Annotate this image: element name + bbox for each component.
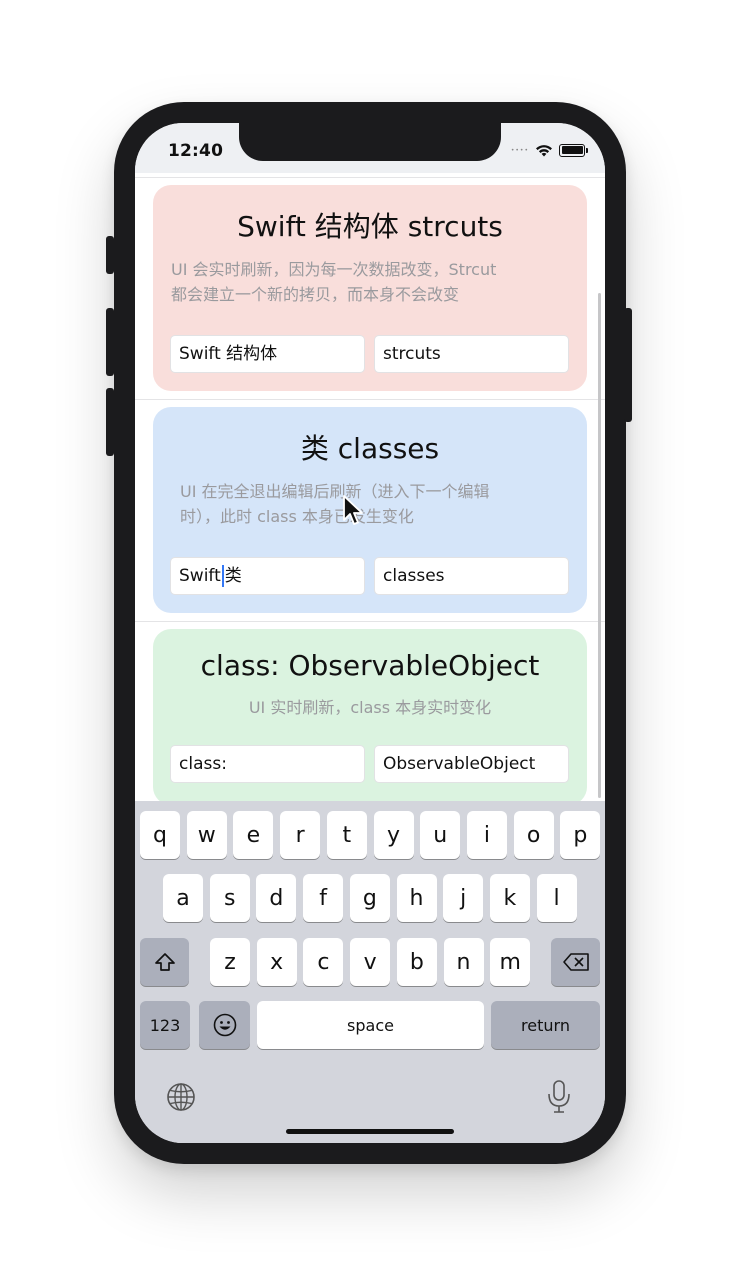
key-d[interactable]: d	[256, 874, 297, 922]
card-description: UI 会实时刷新，因为每一次数据改变，Strcut 都会建立一个新的拷贝，而本身…	[171, 257, 575, 307]
shift-key[interactable]	[140, 938, 189, 986]
return-key[interactable]: return	[491, 1001, 600, 1049]
class-first-field[interactable]: Swift 类	[171, 558, 364, 594]
card-title: Swift 结构体 strcuts	[237, 210, 503, 243]
key-y[interactable]: y	[373, 811, 414, 859]
battery-icon	[559, 143, 588, 157]
microphone-icon[interactable]	[546, 1079, 572, 1115]
key-o[interactable]: o	[513, 811, 554, 859]
mute-switch	[106, 236, 114, 274]
class-second-field[interactable]: classes	[375, 558, 568, 594]
key-b[interactable]: b	[396, 938, 437, 986]
key-s[interactable]: s	[209, 874, 250, 922]
key-c[interactable]: c	[303, 938, 344, 986]
struct-first-field[interactable]: Swift 结构体	[171, 336, 364, 372]
key-i[interactable]: i	[466, 811, 507, 859]
key-g[interactable]: g	[349, 874, 390, 922]
emoji-icon	[213, 1013, 236, 1037]
class-card: 类 classes UI 在完全退出编辑后刷新（进入下一个编辑 时），此时 cl…	[153, 407, 587, 613]
status-time: 12:40	[168, 141, 224, 161]
notch	[239, 123, 501, 161]
card-description-line: UI 在完全退出编辑后刷新（进入下一个编辑	[180, 482, 490, 501]
card-description: UI 实时刷新，class 本身实时变化	[153, 695, 587, 720]
mouse-pointer-icon	[343, 495, 363, 525]
key-a[interactable]: a	[163, 874, 203, 922]
key-n[interactable]: n	[443, 938, 484, 986]
row-separator	[135, 621, 605, 622]
key-j[interactable]: j	[443, 874, 484, 922]
screen: 12:40 •••• Swift 结构体 strcuts UI 会实时刷新，因为…	[135, 123, 605, 1143]
key-m[interactable]: m	[490, 938, 531, 986]
field-text: 类	[224, 566, 242, 586]
key-e[interactable]: e	[233, 811, 274, 859]
key-x[interactable]: x	[256, 938, 297, 986]
card-title: 类 classes	[300, 432, 440, 465]
key-k[interactable]: k	[489, 874, 530, 922]
key-h[interactable]: h	[396, 874, 437, 922]
status-bar: 12:40 ••••	[135, 123, 605, 173]
home-indicator[interactable]	[286, 1129, 454, 1134]
field-text: Swift	[179, 566, 221, 586]
key-q[interactable]: q	[140, 811, 180, 859]
key-f[interactable]: f	[303, 874, 344, 922]
key-p[interactable]: p	[560, 811, 601, 859]
card-title: class: ObservableObject	[200, 649, 540, 682]
power-button	[624, 308, 632, 422]
struct-second-field[interactable]: strcuts	[375, 336, 568, 372]
observable-card: class: ObservableObject UI 实时刷新，class 本身…	[153, 629, 587, 805]
key-u[interactable]: u	[420, 811, 461, 859]
space-key[interactable]: space	[257, 1001, 484, 1049]
key-t[interactable]: t	[326, 811, 367, 859]
scroll-indicator[interactable]	[598, 293, 601, 798]
emoji-key[interactable]	[199, 1001, 250, 1049]
volume-down-button	[106, 388, 114, 456]
key-v[interactable]: v	[350, 938, 391, 986]
wifi-icon	[536, 144, 552, 156]
status-icons: ••••	[510, 143, 588, 157]
row-separator	[135, 177, 605, 178]
key-l[interactable]: l	[536, 874, 577, 922]
struct-card: Swift 结构体 strcuts UI 会实时刷新，因为每一次数据改变，Str…	[153, 185, 587, 391]
volume-up-button	[106, 308, 114, 376]
delete-icon	[562, 953, 589, 971]
signal-icon: ••••	[510, 146, 529, 154]
text-caret	[221, 565, 224, 587]
shift-icon	[154, 953, 175, 971]
keyboard: qwertyuiop asdfghjkl zxcvbnm 123 space r…	[135, 801, 605, 1143]
content-list[interactable]: Swift 结构体 strcuts UI 会实时刷新，因为每一次数据改变，Str…	[135, 173, 605, 805]
key-z[interactable]: z	[210, 938, 250, 986]
row-separator	[135, 399, 605, 400]
key-w[interactable]: w	[186, 811, 227, 859]
observable-second-field[interactable]: ObservableObject	[375, 746, 568, 782]
globe-icon[interactable]	[166, 1082, 196, 1112]
key-r[interactable]: r	[280, 811, 321, 859]
card-description: UI 在完全退出编辑后刷新（进入下一个编辑 时），此时 class 本身已发生变…	[180, 479, 575, 529]
card-description-line: UI 会实时刷新，因为每一次数据改变，Strcut	[171, 260, 497, 279]
card-description-line: 时），此时 class 本身已发生变化	[180, 507, 414, 526]
card-description-line: UI 实时刷新，class 本身实时变化	[248, 698, 492, 717]
card-description-line: 都会建立一个新的拷贝，而本身不会改变	[171, 285, 460, 304]
numbers-key[interactable]: 123	[140, 1001, 190, 1049]
delete-key[interactable]	[551, 938, 600, 986]
observable-first-field[interactable]: class:	[171, 746, 364, 782]
